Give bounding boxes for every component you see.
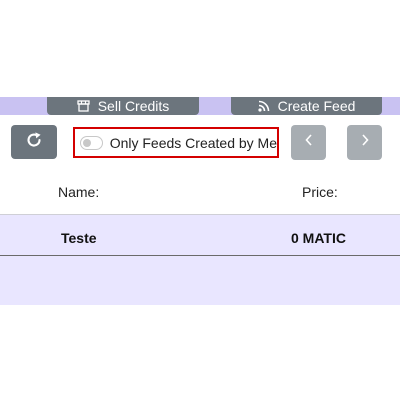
- table-row[interactable]: [0, 256, 400, 305]
- toggle-knob: [83, 138, 91, 147]
- chevron-left-icon: [304, 133, 314, 152]
- previous-page-button[interactable]: [291, 125, 326, 160]
- only-my-feeds-label: Only Feeds Created by Me: [109, 134, 277, 151]
- column-header-price: Price:: [302, 184, 338, 200]
- refresh-button[interactable]: [11, 125, 57, 159]
- feed-price-cell: 0 MATIC: [291, 230, 346, 246]
- only-my-feeds-filter[interactable]: Only Feeds Created by Me: [73, 127, 279, 158]
- rss-icon: [257, 100, 270, 112]
- create-feed-button[interactable]: Create Feed: [231, 97, 382, 115]
- create-feed-label: Create Feed: [277, 98, 356, 114]
- next-page-button[interactable]: [347, 125, 382, 160]
- chevron-right-icon: [360, 133, 370, 152]
- store-icon: [77, 100, 90, 112]
- sell-credits-button[interactable]: Sell Credits: [47, 97, 199, 115]
- only-my-feeds-toggle[interactable]: [80, 135, 103, 150]
- feed-name-cell: Teste: [61, 230, 97, 246]
- column-header-name: Name:: [58, 184, 100, 200]
- table-row[interactable]: Teste 0 MATIC: [0, 214, 400, 256]
- refresh-icon: [25, 131, 43, 154]
- sell-credits-label: Sell Credits: [97, 98, 170, 114]
